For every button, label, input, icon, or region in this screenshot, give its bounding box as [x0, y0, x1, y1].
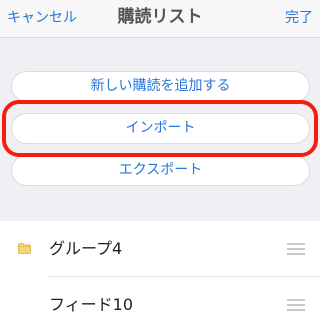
- reorder-handle-icon[interactable]: [287, 243, 305, 255]
- done-button[interactable]: 完了: [285, 9, 313, 27]
- list-item-label: フィード10: [49, 295, 134, 314]
- export-button[interactable]: エクスポート: [11, 155, 310, 186]
- list-item-feed[interactable]: フィード10: [0, 277, 320, 333]
- navigation-bar: キャンセル 購読リスト 完了: [0, 0, 320, 38]
- list-item-label: グループ4: [49, 239, 123, 258]
- folder-icon: [18, 243, 31, 254]
- reorder-handle-icon[interactable]: [287, 299, 305, 311]
- page-title: 購読リスト: [117, 7, 203, 27]
- subscription-list: グループ4 フィード10: [0, 221, 320, 334]
- import-highlight-outline: [2, 100, 318, 157]
- list-item-group[interactable]: グループ4: [0, 221, 320, 277]
- add-subscription-button[interactable]: 新しい購読を追加する: [11, 71, 310, 102]
